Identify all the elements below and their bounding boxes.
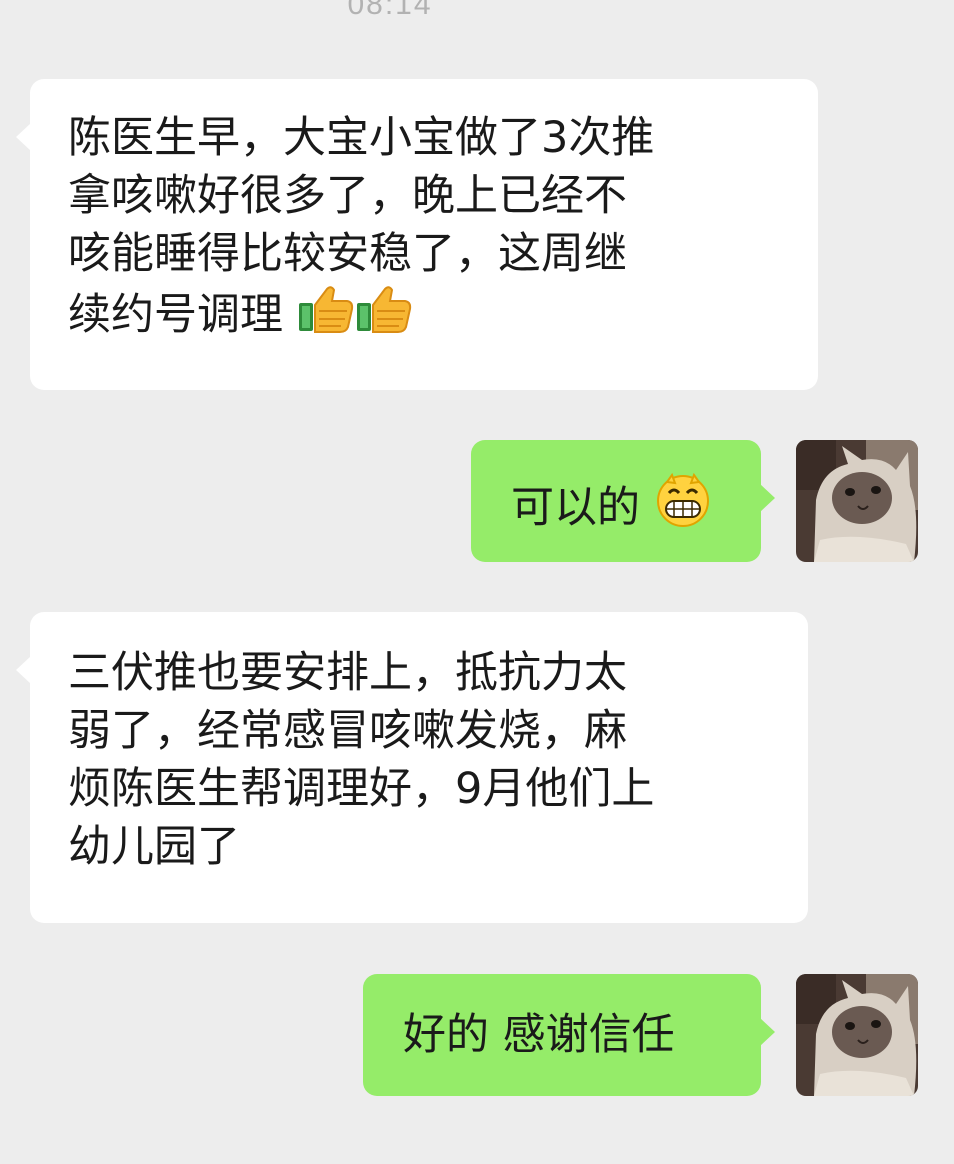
incoming-message-bubble[interactable]: 陈医生早，大宝小宝做了3次推 拿咳嗽好很多了，晚上已经不 咳能睡得比较安稳了，这… [16, 79, 818, 390]
cat-avatar-icon [796, 974, 918, 1096]
message-text: 可以的 [511, 483, 640, 533]
cat-avatar-icon [796, 440, 918, 562]
user-avatar[interactable] [796, 440, 918, 562]
bubble-tail [760, 1018, 775, 1046]
user-avatar[interactable] [796, 974, 918, 1096]
grin-face-icon [654, 472, 712, 543]
thumbs-up-icon [297, 283, 355, 350]
bubble-tail [16, 656, 31, 684]
message-text: 好的 感谢信任 [403, 1010, 675, 1060]
message-text: 三伏推也要安排上，抵抗力太 弱了，经常感冒咳嗽发烧，麻 烦陈医生帮调理好，9月他… [68, 648, 655, 872]
bubble-tail [760, 484, 775, 512]
thumbs-up-icon [355, 283, 413, 350]
incoming-message-bubble[interactable]: 三伏推也要安排上，抵抗力太 弱了，经常感冒咳嗽发烧，麻 烦陈医生帮调理好，9月他… [16, 612, 808, 923]
message-timestamp: 08:14 [347, 0, 433, 21]
bubble-tail [16, 123, 31, 151]
outgoing-message-bubble[interactable]: 可以的 [471, 440, 775, 562]
outgoing-message-bubble[interactable]: 好的 感谢信任 [363, 974, 775, 1096]
